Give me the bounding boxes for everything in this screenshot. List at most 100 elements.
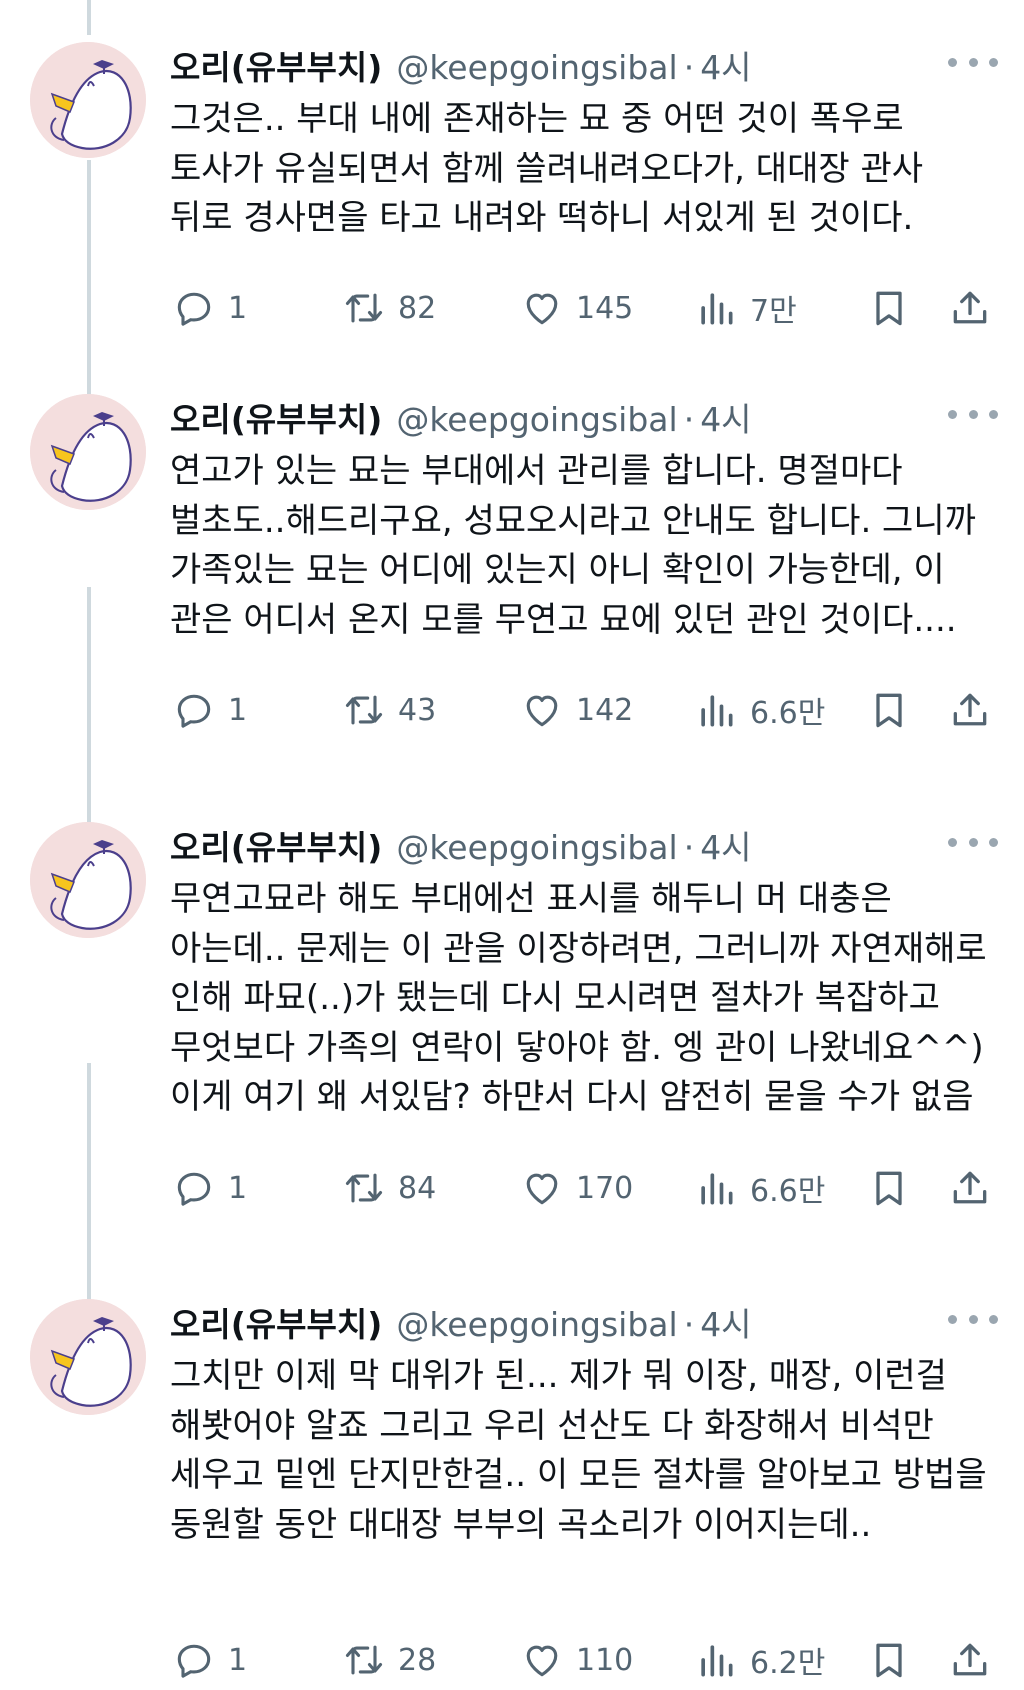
duck-avatar-icon: [30, 822, 146, 938]
heart-icon: [526, 1645, 558, 1677]
speech-bubble-icon: [177, 292, 211, 326]
share-button[interactable]: [948, 1158, 992, 1218]
thread-line: [87, 0, 91, 35]
separator-dot: ·: [683, 48, 695, 87]
more-dots-icon: [989, 409, 998, 419]
retweet-arrows-icon: [345, 1173, 383, 1203]
retweet-count: 82: [398, 290, 437, 326]
more-dots-icon: [948, 837, 957, 847]
more-dots-icon: [968, 409, 978, 419]
avatar[interactable]: [30, 822, 146, 938]
like-button[interactable]: 110: [520, 1630, 633, 1690]
reply-button[interactable]: 1: [172, 1158, 247, 1218]
speech-bubble-icon: [177, 1172, 211, 1206]
like-button[interactable]: 145: [520, 278, 633, 338]
more-options-button[interactable]: [948, 44, 998, 80]
reply-button[interactable]: 1: [172, 680, 247, 740]
retweet-arrows-icon: [345, 695, 383, 725]
tweet[interactable]: 오리(유부부치) @keepgoingsibal · 4시 연고가 있는 묘는 …: [0, 390, 1024, 770]
views-count: 7만: [750, 294, 797, 329]
retweet-button[interactable]: 43: [342, 680, 436, 740]
avatar[interactable]: [30, 394, 146, 510]
timestamp[interactable]: 4시: [700, 38, 751, 98]
display-name[interactable]: 오리(유부부치): [170, 818, 382, 878]
separator-dot: ·: [683, 828, 695, 867]
more-dots-icon: [948, 57, 957, 67]
duck-avatar-icon: [30, 42, 146, 158]
tweet-header: 오리(유부부치) @keepgoingsibal · 4시: [170, 818, 752, 878]
like-count: 142: [576, 692, 634, 728]
display-name[interactable]: 오리(유부부치): [170, 38, 382, 98]
views-button[interactable]: 6.2만: [694, 1630, 825, 1690]
like-button[interactable]: 142: [520, 680, 633, 740]
bookmark-button[interactable]: [867, 278, 911, 338]
reply-button[interactable]: 1: [172, 1630, 247, 1690]
more-options-button[interactable]: [948, 1301, 998, 1337]
share-upload-icon: [953, 1171, 987, 1204]
display-name[interactable]: 오리(유부부치): [170, 1295, 382, 1355]
share-upload-icon: [953, 1643, 987, 1676]
avatar[interactable]: [30, 1299, 146, 1415]
bookmark-icon: [876, 291, 902, 326]
timestamp[interactable]: 4시: [700, 818, 751, 878]
bar-chart-icon: [701, 1173, 733, 1205]
timestamp[interactable]: 4시: [700, 390, 751, 450]
more-options-button[interactable]: [948, 824, 998, 860]
tweet-header: 오리(유부부치) @keepgoingsibal · 4시: [170, 1295, 752, 1355]
more-dots-icon: [989, 837, 998, 847]
reply-count: 1: [228, 1170, 248, 1206]
bookmark-button[interactable]: [867, 1630, 911, 1690]
share-upload-icon: [953, 693, 987, 726]
views-button[interactable]: 6.6만: [694, 1158, 825, 1218]
tweet[interactable]: 오리(유부부치) @keepgoingsibal · 4시 그것은.. 부대 내…: [0, 38, 1024, 368]
tweet-header: 오리(유부부치) @keepgoingsibal · 4시: [170, 38, 752, 98]
retweet-count: 28: [398, 1642, 437, 1678]
tweet-text: 그것은.. 부대 내에 존재하는 묘 중 어떤 것이 폭우로 토사가 유실되면서…: [170, 99, 924, 238]
bar-chart-icon: [701, 1645, 733, 1677]
like-count: 110: [576, 1642, 634, 1678]
bookmark-button[interactable]: [867, 1158, 911, 1218]
more-options-button[interactable]: [948, 396, 998, 432]
user-handle[interactable]: @keepgoingsibal: [396, 38, 677, 98]
duck-avatar-icon: [30, 394, 146, 510]
share-button[interactable]: [948, 278, 992, 338]
tweet-header: 오리(유부부치) @keepgoingsibal · 4시: [170, 390, 752, 450]
tweet-actions: 1 82 145 7만: [0, 278, 1024, 338]
avatar[interactable]: [30, 42, 146, 158]
bar-chart-icon: [701, 695, 733, 727]
bar-chart-icon: [701, 293, 733, 325]
like-button[interactable]: 170: [520, 1158, 633, 1218]
share-button[interactable]: [948, 1630, 992, 1690]
retweet-button[interactable]: 82: [342, 278, 436, 338]
reply-count: 1: [228, 290, 248, 326]
more-dots-icon: [968, 1314, 978, 1324]
retweet-count: 43: [398, 692, 437, 728]
user-handle[interactable]: @keepgoingsibal: [396, 818, 677, 878]
tweet-text: 연고가 있는 묘는 부대에서 관리를 합니다. 명절마다 벌초도..해드리구요,…: [170, 451, 976, 640]
retweet-count: 84: [398, 1170, 437, 1206]
tweet[interactable]: 오리(유부부치) @keepgoingsibal · 4시 무연고묘라 해도 부…: [0, 818, 1024, 1238]
like-count: 170: [576, 1170, 634, 1206]
bookmark-icon: [876, 1643, 902, 1678]
views-button[interactable]: 7만: [694, 278, 797, 338]
reply-button[interactable]: 1: [172, 278, 247, 338]
speech-bubble-icon: [177, 694, 211, 728]
retweet-button[interactable]: 28: [342, 1630, 436, 1690]
user-handle[interactable]: @keepgoingsibal: [396, 390, 677, 450]
user-handle[interactable]: @keepgoingsibal: [396, 1295, 677, 1355]
display-name[interactable]: 오리(유부부치): [170, 390, 382, 450]
tweet[interactable]: 오리(유부부치) @keepgoingsibal · 4시 그치만 이제 막 대…: [0, 1295, 1024, 1687]
timestamp[interactable]: 4시: [700, 1295, 751, 1355]
bookmark-button[interactable]: [867, 680, 911, 740]
views-button[interactable]: 6.6만: [694, 680, 825, 740]
tweet-actions: 1 84 170 6.6만: [0, 1158, 1024, 1218]
views-count: 6.6만: [750, 1174, 826, 1209]
reply-count: 1: [228, 692, 248, 728]
share-button[interactable]: [948, 680, 992, 740]
retweet-button[interactable]: 84: [342, 1158, 436, 1218]
tweet-actions: 1 28 110 6.2만: [0, 1630, 1024, 1690]
heart-icon: [526, 293, 558, 325]
share-upload-icon: [953, 291, 987, 324]
separator-dot: ·: [683, 400, 695, 439]
bookmark-icon: [876, 693, 902, 728]
